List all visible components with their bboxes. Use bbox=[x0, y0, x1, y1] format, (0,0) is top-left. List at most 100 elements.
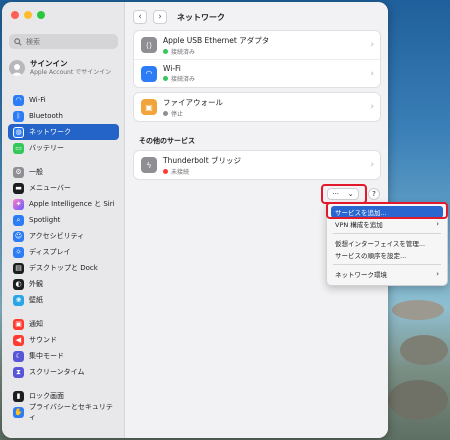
sidebar-item-spotlight[interactable]: ⌕ Spotlight bbox=[8, 212, 119, 228]
sidebar-list: ◠ Wi-Fi ᛒ Bluetooth ◍ ネットワーク ▭ バッテリー ⚙ 一般 ▬ メニ… bbox=[8, 92, 119, 421]
apple-account-signin[interactable]: サインイン Apple Account でサインイン bbox=[9, 58, 121, 88]
sidebar-item-label: 通知 bbox=[29, 320, 43, 328]
sidebar-item-label: 壁紙 bbox=[29, 296, 43, 304]
help-button[interactable]: ? bbox=[368, 188, 380, 200]
sidebar-item-focus[interactable]: ☾ 集中モード bbox=[8, 348, 119, 364]
sidebar-item-label: Bluetooth bbox=[29, 112, 63, 120]
chevron-right-icon: › bbox=[370, 40, 374, 50]
bluetooth-icon: ᛒ bbox=[13, 110, 24, 122]
sidebar-item-label: メニューバー bbox=[29, 184, 71, 192]
menu-item-label: VPN 構成を追加 bbox=[335, 221, 383, 229]
close-button[interactable] bbox=[11, 11, 19, 19]
sidebar-item-label: 外観 bbox=[29, 280, 43, 288]
moon-icon: ☾ bbox=[13, 350, 24, 362]
sidebar-item-siri[interactable]: ✦ Apple Intelligence と Siri bbox=[8, 196, 119, 212]
sidebar-item-label: バッテリー bbox=[29, 144, 64, 152]
menu-separator bbox=[333, 264, 441, 265]
sidebar-item-label: デスクトップと Dock bbox=[29, 264, 98, 272]
sidebar-item-notifications[interactable]: ▣ 通知 bbox=[8, 316, 119, 332]
person-icon bbox=[11, 64, 23, 76]
sidebar-item-network[interactable]: ◍ ネットワーク bbox=[8, 124, 119, 140]
status-dot bbox=[163, 48, 168, 54]
sidebar-item-screentime[interactable]: ⧗ スクリーンタイム bbox=[8, 364, 119, 380]
service-status: 未接続 bbox=[171, 168, 190, 176]
sidebar-item-label: サウンド bbox=[29, 336, 57, 344]
highlight-add-service bbox=[326, 202, 448, 219]
dock-icon: ▤ bbox=[13, 262, 24, 274]
minimize-button[interactable] bbox=[24, 11, 32, 19]
accessibility-icon: ☺ bbox=[13, 230, 24, 242]
sidebar-item-sound[interactable]: ◀ サウンド bbox=[8, 332, 119, 348]
search-field[interactable]: 検索 bbox=[9, 34, 118, 49]
avatar bbox=[9, 60, 25, 76]
search-placeholder: 検索 bbox=[26, 37, 40, 46]
sidebar-item-label: 集中モード bbox=[29, 352, 64, 360]
thunderbolt-icon: ϟ bbox=[141, 157, 157, 173]
sidebar-item-dock[interactable]: ▤ デスクトップと Dock bbox=[8, 260, 119, 276]
menu-item-add-vpn[interactable]: VPN 構成を追加 › bbox=[331, 218, 443, 230]
other-services-heading: その他のサービス bbox=[139, 137, 195, 145]
firewall-card: ▣ ファイアウォール 停止 › bbox=[133, 92, 381, 122]
sidebar-item-label: Apple Intelligence と Siri bbox=[29, 200, 115, 208]
speaker-icon: ◀ bbox=[13, 334, 24, 346]
back-button[interactable]: ‹ bbox=[133, 10, 147, 24]
firewall-icon: ▣ bbox=[141, 99, 157, 115]
chevron-right-icon: › bbox=[370, 160, 374, 170]
service-row-wifi[interactable]: ◠ Wi-Fi 接続済み › bbox=[134, 59, 380, 87]
status-dot bbox=[163, 110, 168, 116]
service-status: 接続済み bbox=[171, 76, 196, 83]
globe-icon: ◍ bbox=[13, 126, 24, 138]
service-name: Thunderbolt ブリッジ bbox=[163, 155, 242, 165]
highlight-action-button bbox=[321, 184, 367, 204]
menu-item-label: ネットワーク環境 bbox=[335, 271, 387, 279]
battery-icon: ▭ bbox=[13, 142, 24, 154]
sidebar-item-bluetooth[interactable]: ᛒ Bluetooth bbox=[8, 108, 119, 124]
sidebar-item-label: アクセシビリティ bbox=[29, 232, 85, 240]
sidebar-item-label: Spotlight bbox=[29, 216, 61, 224]
wallpaper-icon: ❀ bbox=[13, 294, 24, 306]
firewall-name: ファイアウォール bbox=[163, 97, 223, 107]
forward-button[interactable]: › bbox=[153, 10, 167, 24]
ethernet-icon: ⟨⟩ bbox=[141, 37, 157, 53]
sidebar-item-wifi[interactable]: ◠ Wi-Fi bbox=[8, 92, 119, 108]
zoom-button[interactable] bbox=[37, 11, 45, 19]
sidebar-item-wallpaper[interactable]: ❀ 壁紙 bbox=[8, 292, 119, 308]
appearance-icon: ◐ bbox=[13, 278, 24, 290]
page-title: ネットワーク bbox=[177, 12, 225, 22]
sidebar-item-accessibility[interactable]: ☺ アクセシビリティ bbox=[8, 228, 119, 244]
firewall-status: 停止 bbox=[171, 110, 184, 118]
sidebar-item-label: スクリーンタイム bbox=[29, 368, 85, 376]
menu-item-manage-virtual[interactable]: 仮想インターフェイスを管理... bbox=[331, 237, 443, 249]
sidebar: 検索 サインイン Apple Account でサインイン ◠ Wi-Fi ᛒ Bl… bbox=[2, 2, 125, 438]
chevron-right-icon: › bbox=[370, 68, 374, 79]
service-row-ethernet[interactable]: ⟨⟩ Apple USB Ethernet アダプタ 接続済み › bbox=[134, 31, 380, 59]
other-services-card: ϟ Thunderbolt ブリッジ 未接続 › bbox=[133, 150, 381, 180]
bell-icon: ▣ bbox=[13, 318, 24, 330]
sidebar-item-appearance[interactable]: ◐ 外観 bbox=[8, 276, 119, 292]
lock-icon: ▮ bbox=[13, 390, 24, 402]
sidebar-item-battery[interactable]: ▭ バッテリー bbox=[8, 140, 119, 156]
sidebar-item-label: プライバシーとセキュリティ bbox=[29, 403, 113, 421]
menu-item-service-order[interactable]: サービスの順序を設定... bbox=[331, 249, 443, 261]
wallpaper-rock bbox=[400, 335, 448, 365]
service-name: Apple USB Ethernet アダプタ bbox=[163, 35, 270, 45]
status-dot bbox=[163, 76, 168, 81]
toolbar: ‹ › ネットワーク bbox=[125, 2, 388, 32]
sidebar-item-menubar[interactable]: ▬ メニューバー bbox=[8, 180, 119, 196]
submenu-arrow-icon: › bbox=[436, 220, 439, 228]
service-row-thunderbolt[interactable]: ϟ Thunderbolt ブリッジ 未接続 › bbox=[134, 151, 380, 179]
sidebar-item-label: Wi-Fi bbox=[29, 96, 46, 104]
sidebar-item-display[interactable]: ☼ ディスプレイ bbox=[8, 244, 119, 260]
sidebar-item-label: ディスプレイ bbox=[29, 248, 71, 256]
sidebar-item-label: ロック画面 bbox=[29, 392, 64, 400]
submenu-arrow-icon: › bbox=[436, 270, 439, 278]
wifi-icon: ◠ bbox=[13, 94, 24, 106]
gear-icon: ⚙ bbox=[13, 166, 24, 178]
sidebar-item-privacy[interactable]: ✋ プライバシーとセキュリティ bbox=[8, 403, 119, 421]
service-status: 接続済み bbox=[171, 48, 196, 56]
firewall-row[interactable]: ▣ ファイアウォール 停止 › bbox=[134, 93, 380, 121]
spotlight-icon: ⌕ bbox=[13, 214, 24, 226]
sidebar-item-general[interactable]: ⚙ 一般 bbox=[8, 164, 119, 180]
menu-item-locations[interactable]: ネットワーク環境 › bbox=[331, 268, 443, 280]
hourglass-icon: ⧗ bbox=[13, 366, 24, 378]
